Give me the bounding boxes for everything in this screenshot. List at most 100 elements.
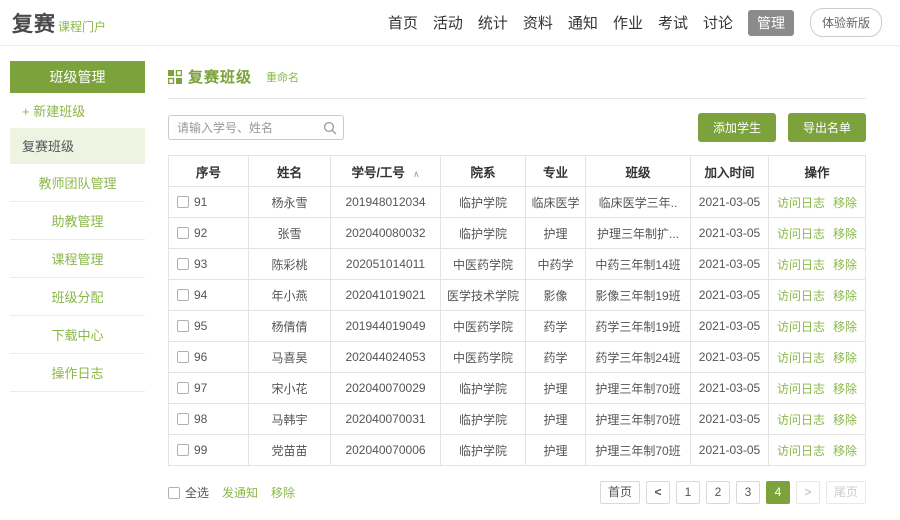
department-cell: 医学技术学院 [441,280,526,311]
column-header-2[interactable]: 学号/工号∧ [331,156,441,187]
table-row: 96马喜昊202044024053中医药学院药学药学三年制24班2021-03-… [169,342,866,373]
visit-log-link[interactable]: 访问日志 [777,258,825,272]
actions-cell: 访问日志移除 [769,280,866,311]
student-name-cell: 马韩宇 [249,404,331,435]
pagination-next[interactable]: > [796,481,820,504]
sidebar: 班级管理 + 新建班级 复赛班级 教师团队管理助教管理课程管理班级分配下载中心操… [10,61,145,392]
row-checkbox[interactable] [177,289,189,301]
remove-link[interactable]: 移除 [833,258,857,272]
search-input[interactable] [177,121,323,135]
nav-item-1[interactable]: 活动 [433,12,463,33]
nav-item-6[interactable]: 考试 [658,12,688,33]
select-all-checkbox[interactable] [168,487,180,499]
nav-item-0[interactable]: 首页 [388,12,418,33]
department-cell: 中医药学院 [441,311,526,342]
rename-link[interactable]: 重命名 [266,69,299,85]
sidebar-item-3[interactable]: 班级分配 [10,277,145,315]
row-index: 93 [194,257,207,271]
row-index: 98 [194,412,207,426]
department-cell: 临护学院 [441,187,526,218]
table-body: 91杨永雪201948012034临护学院临床医学临床医学三年..2021-03… [169,187,866,466]
major-cell: 影像 [526,280,586,311]
add-student-button[interactable]: 添加学生 [698,113,776,142]
column-header-6[interactable]: 加入时间 [691,156,769,187]
sidebar-item-5[interactable]: 操作日志 [10,353,145,391]
column-header-1[interactable]: 姓名 [249,156,331,187]
row-checkbox[interactable] [177,320,189,332]
nav-item-8[interactable]: 管理 [748,10,794,36]
remove-link[interactable]: 移除 [833,382,857,396]
pagination-page-4[interactable]: 4 [766,481,790,504]
remove-link[interactable]: 移除 [833,413,857,427]
app-logo[interactable]: 复赛 课程门户 [12,8,106,38]
column-header-3[interactable]: 院系 [441,156,526,187]
select-all[interactable]: 全选 [168,484,209,501]
nav-item-3[interactable]: 资料 [523,12,553,33]
pagination-prev[interactable]: < [646,481,670,504]
column-header-7[interactable]: 操作 [769,156,866,187]
remove-link[interactable]: 移除 [833,320,857,334]
pagination: 首页 <1234 > 尾页 [600,481,866,504]
bulk-remove-link[interactable]: 移除 [271,484,295,501]
student-id-cell: 201948012034 [331,187,441,218]
search-icon[interactable] [323,121,337,135]
main-nav: 首页活动统计资料通知作业考试讨论管理 [388,10,794,36]
column-header-4[interactable]: 专业 [526,156,586,187]
sidebar-item-1[interactable]: 助教管理 [10,201,145,239]
sidebar-item-2[interactable]: 课程管理 [10,239,145,277]
pagination-page-2[interactable]: 2 [706,481,730,504]
pagination-page-3[interactable]: 3 [736,481,760,504]
join-time-cell: 2021-03-05 [691,218,769,249]
remove-link[interactable]: 移除 [833,351,857,365]
column-header-0[interactable]: 序号 [169,156,249,187]
row-checkbox[interactable] [177,258,189,270]
try-new-version-button[interactable]: 体验新版 [810,8,882,37]
remove-link[interactable]: 移除 [833,196,857,210]
main-panel: 复赛班级 重命名 添加学生 导出名单 [168,46,866,520]
student-id-cell: 202040070031 [331,404,441,435]
nav-item-5[interactable]: 作业 [613,12,643,33]
class-cell: 临床医学三年.. [586,187,691,218]
pagination-first[interactable]: 首页 [600,481,640,504]
nav-item-4[interactable]: 通知 [568,12,598,33]
sidebar-item-current-class[interactable]: 复赛班级 [10,128,145,163]
export-list-button[interactable]: 导出名单 [788,113,866,142]
nav-item-7[interactable]: 讨论 [703,12,733,33]
row-checkbox[interactable] [177,351,189,363]
row-checkbox[interactable] [177,413,189,425]
nav-item-2[interactable]: 统计 [478,12,508,33]
remove-link[interactable]: 移除 [833,227,857,241]
table-footer: 全选 发通知 移除 首页 <1234 > 尾页 [168,481,866,504]
row-checkbox[interactable] [177,382,189,394]
logo-sub-text: 课程门户 [58,18,106,35]
row-checkbox[interactable] [177,196,189,208]
visit-log-link[interactable]: 访问日志 [777,227,825,241]
visit-log-link[interactable]: 访问日志 [777,382,825,396]
sidebar-item-0[interactable]: 教师团队管理 [10,163,145,201]
visit-log-link[interactable]: 访问日志 [777,351,825,365]
send-notice-link[interactable]: 发通知 [222,484,258,501]
visit-log-link[interactable]: 访问日志 [777,444,825,458]
sort-asc-icon[interactable]: ∧ [413,169,420,179]
pagination-page-1[interactable]: 1 [676,481,700,504]
visit-log-link[interactable]: 访问日志 [777,413,825,427]
sidebar-item-4[interactable]: 下载中心 [10,315,145,353]
column-header-5[interactable]: 班级 [586,156,691,187]
row-index-cell: 98 [169,404,249,435]
row-index: 96 [194,350,207,364]
sidebar-item-new-class[interactable]: + 新建班级 [10,93,145,128]
visit-log-link[interactable]: 访问日志 [777,196,825,210]
select-all-label: 全选 [185,486,209,500]
remove-link[interactable]: 移除 [833,289,857,303]
row-checkbox[interactable] [177,227,189,239]
visit-log-link[interactable]: 访问日志 [777,320,825,334]
remove-link[interactable]: 移除 [833,444,857,458]
visit-log-link[interactable]: 访问日志 [777,289,825,303]
title-row: 复赛班级 重命名 [168,66,866,99]
student-name-cell: 杨倩倩 [249,311,331,342]
table-row: 95杨倩倩201944019049中医药学院药学药学三年制19班2021-03-… [169,311,866,342]
bulk-actions: 全选 发通知 移除 [168,484,295,501]
join-time-cell: 2021-03-05 [691,435,769,466]
pagination-last[interactable]: 尾页 [826,481,866,504]
row-checkbox[interactable] [177,444,189,456]
